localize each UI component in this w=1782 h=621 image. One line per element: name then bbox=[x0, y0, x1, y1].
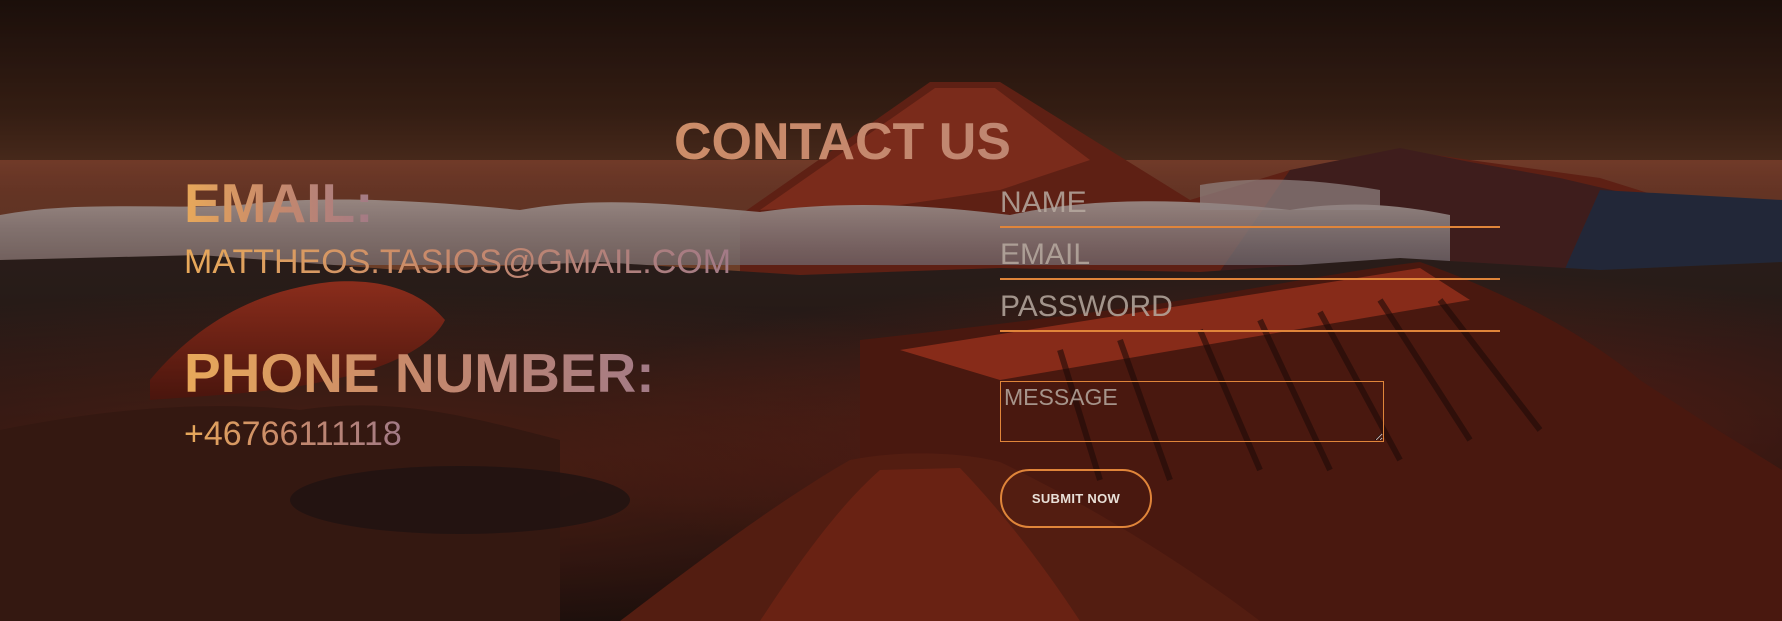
volcano-background-image bbox=[0, 0, 1782, 621]
email-heading: EMAIL: bbox=[184, 172, 374, 234]
page-title: CONTACT US bbox=[0, 112, 1685, 172]
phone-number: +46766111118 bbox=[184, 415, 402, 453]
name-input[interactable] bbox=[1000, 180, 1500, 228]
phone-heading: PHONE NUMBER: bbox=[184, 342, 655, 404]
email-input[interactable] bbox=[1000, 232, 1500, 280]
submit-button[interactable]: SUBMIT NOW bbox=[1000, 469, 1152, 528]
password-input[interactable] bbox=[1000, 284, 1500, 332]
message-textarea[interactable] bbox=[1000, 381, 1384, 442]
email-address: MATTHEOS.TASIOS@GMAIL.COM bbox=[184, 243, 732, 281]
